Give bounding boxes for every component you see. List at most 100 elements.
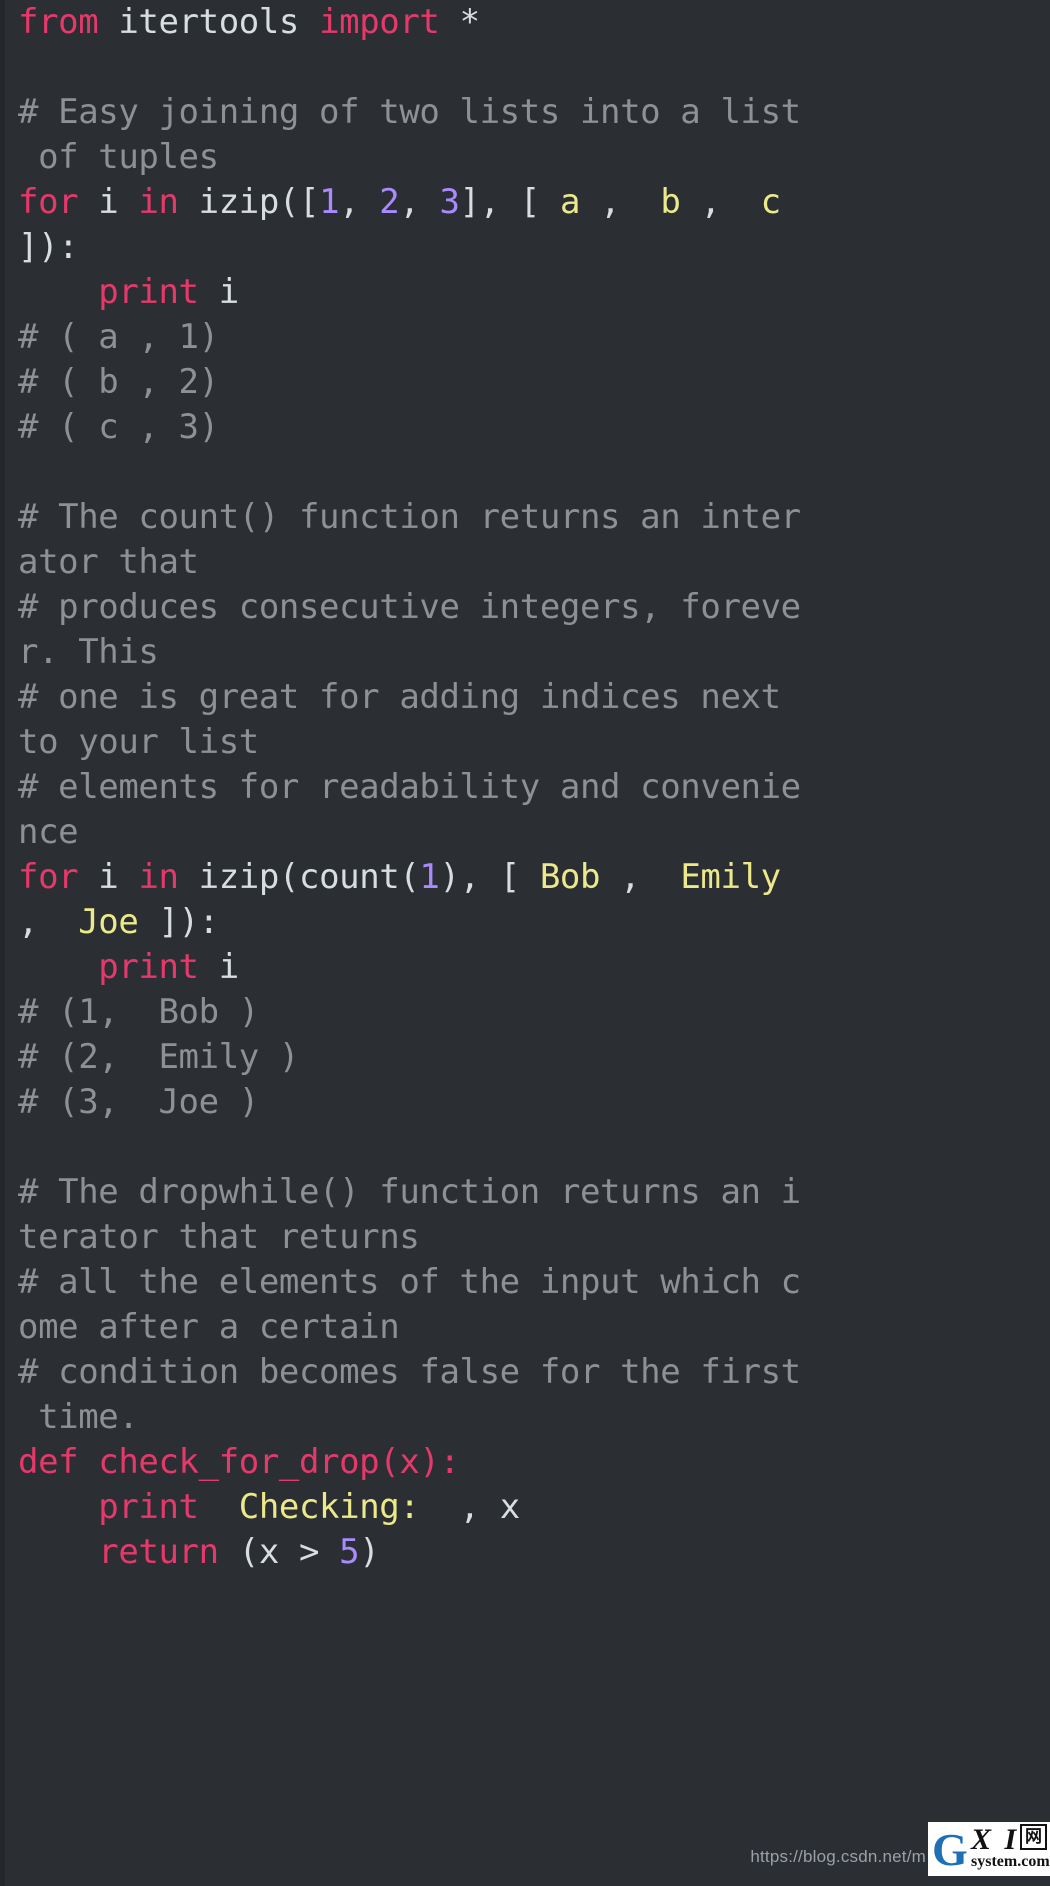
code-token-comment: time.: [18, 1397, 139, 1437]
code-token-comment: nce: [18, 812, 79, 852]
code-line[interactable]: of tuples: [0, 135, 1050, 180]
code-line[interactable]: # ( a , 1): [0, 315, 1050, 360]
logo-letter-g: G: [932, 1824, 968, 1875]
code-token-comment: ator that: [18, 542, 199, 582]
code-token-plain: ), [: [439, 857, 540, 897]
code-token-str: b: [660, 182, 681, 222]
code-line[interactable]: # condition becomes false for the first: [0, 1350, 1050, 1395]
code-token-comment: # The dropwhile() function returns an i: [18, 1172, 801, 1212]
code-token-plain: ,: [680, 182, 761, 222]
code-token-kw: in: [138, 857, 179, 897]
watermark: https://blog.csdn.net/m G X I 网 system.c…: [750, 1822, 1050, 1876]
code-token-comment: of tuples: [18, 137, 219, 177]
code-token-kw: for: [18, 857, 79, 897]
code-token-num: 1: [419, 857, 440, 897]
code-token-comment: terator that returns: [18, 1217, 420, 1257]
code-line[interactable]: for i in izip(count(1), [ Bob , Emily: [0, 855, 1050, 900]
code-block[interactable]: from itertools import * # Easy joining o…: [0, 0, 1050, 1575]
code-line[interactable]: from itertools import *: [0, 0, 1050, 45]
code-line[interactable]: def check_for_drop(x):: [0, 1440, 1050, 1485]
logo-wang-glyph: 网: [1020, 1824, 1047, 1850]
code-token-num: 2: [379, 182, 400, 222]
code-token-comment: # ( c , 3): [18, 407, 219, 447]
code-token-comment: # one is great for adding indices next: [18, 677, 781, 717]
code-line[interactable]: # one is great for adding indices next: [0, 675, 1050, 720]
code-token-comment: # The count() function returns an inter: [18, 497, 801, 537]
watermark-logo: G X I 网 system.com: [928, 1822, 1050, 1876]
logo-domain-text: system.com: [971, 1853, 1050, 1870]
code-token-kw: for: [18, 182, 79, 222]
code-token-plain: ]):: [138, 902, 220, 942]
code-token-str: Bob: [539, 857, 601, 897]
code-line[interactable]: ]):: [0, 225, 1050, 270]
code-token-str: Joe: [78, 902, 139, 942]
code-token-plain: i: [78, 182, 139, 222]
code-line[interactable]: # The dropwhile() function returns an i: [0, 1170, 1050, 1215]
code-token-plain: ,: [600, 857, 681, 897]
code-line[interactable]: # produces consecutive integers, foreve: [0, 585, 1050, 630]
left-gutter-strip: [0, 0, 5, 1886]
code-token-comment: # (2, Emily ): [18, 1037, 299, 1077]
code-token-num: 1: [319, 182, 340, 222]
code-token-comment: # (1, Bob ): [18, 992, 259, 1032]
code-token-kw: def check_for_drop(x):: [18, 1442, 460, 1482]
code-line[interactable]: return (x > 5): [0, 1530, 1050, 1575]
code-line[interactable]: terator that returns: [0, 1215, 1050, 1260]
code-line[interactable]: # (1, Bob ): [0, 990, 1050, 1035]
code-token-comment: # Easy joining of two lists into a list: [18, 92, 801, 132]
code-line[interactable]: print Checking: , x: [0, 1485, 1050, 1530]
code-line[interactable]: # Easy joining of two lists into a list: [0, 90, 1050, 135]
code-line[interactable]: ome after a certain: [0, 1305, 1050, 1350]
code-token-comment: to your list: [18, 722, 259, 762]
code-token-plain: izip(count(: [178, 857, 420, 897]
code-token-comment: # ( a , 1): [18, 317, 219, 357]
code-token-plain: i: [198, 272, 239, 312]
code-token-comment: # condition becomes false for the first: [18, 1352, 801, 1392]
code-token-num: 3: [439, 182, 460, 222]
code-token-plain: i: [78, 857, 139, 897]
code-token-plain: ,: [18, 902, 79, 942]
code-token-plain: itertools: [118, 2, 299, 42]
code-token-str: c: [760, 182, 781, 222]
code-line[interactable]: # ( b , 2): [0, 360, 1050, 405]
code-line[interactable]: time.: [0, 1395, 1050, 1440]
code-line[interactable]: print i: [0, 945, 1050, 990]
code-token-str: a: [559, 182, 581, 222]
code-token-plain: *: [439, 2, 480, 42]
code-line[interactable]: # The count() function returns an inter: [0, 495, 1050, 540]
code-line[interactable]: # all the elements of the input which c: [0, 1260, 1050, 1305]
code-line[interactable]: for i in izip([1, 2, 3], [ a , b , c: [0, 180, 1050, 225]
code-token-comment: r. This: [18, 632, 159, 672]
code-token-comment: # elements for readability and convenie: [18, 767, 801, 807]
code-line[interactable]: print i: [0, 270, 1050, 315]
code-screenshot-surface: from itertools import * # Easy joining o…: [0, 0, 1050, 1886]
code-token-plain: ]):: [18, 227, 79, 267]
code-line[interactable]: # (2, Emily ): [0, 1035, 1050, 1080]
code-token-comment: ome after a certain: [18, 1307, 400, 1347]
code-token-plain: , x: [419, 1487, 521, 1527]
code-token-str: Checking:: [238, 1487, 420, 1527]
code-line[interactable]: nce: [0, 810, 1050, 855]
code-token-plain: ): [359, 1532, 380, 1572]
watermark-url-text: https://blog.csdn.net/m: [750, 1847, 926, 1866]
code-line[interactable]: # ( c , 3): [0, 405, 1050, 450]
code-token-kw: return: [98, 1532, 219, 1572]
code-token-plain: i: [198, 947, 239, 987]
code-line[interactable]: # elements for readability and convenie: [0, 765, 1050, 810]
code-line[interactable]: to your list: [0, 720, 1050, 765]
code-token-plain: (x >: [218, 1532, 340, 1572]
code-token-num: 5: [339, 1532, 360, 1572]
logo-xi-text: X I: [971, 1823, 1020, 1856]
code-line[interactable]: , Joe ]):: [0, 900, 1050, 945]
code-line[interactable]: ator that: [0, 540, 1050, 585]
code-line[interactable]: r. This: [0, 630, 1050, 675]
code-token-comment: # (3, Joe ): [18, 1082, 259, 1122]
code-line[interactable]: # (3, Joe ): [0, 1080, 1050, 1125]
